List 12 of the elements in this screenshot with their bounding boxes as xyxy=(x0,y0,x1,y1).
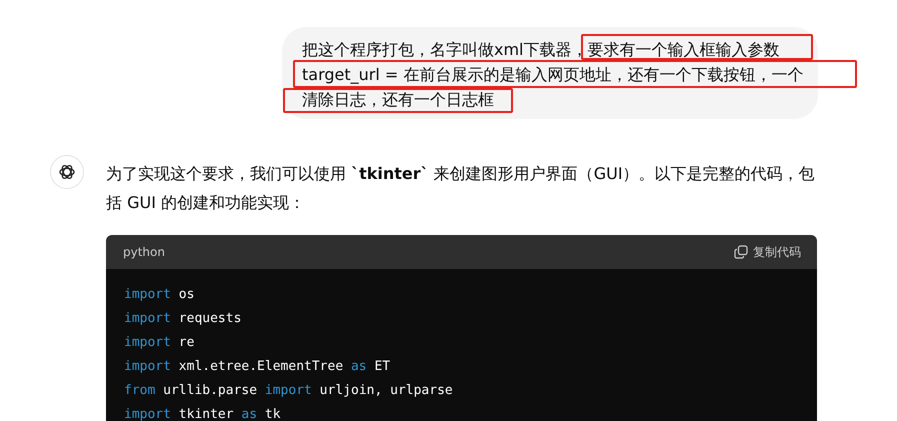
code-line: import tkinter as tk xyxy=(124,406,282,421)
copy-icon xyxy=(734,245,748,259)
assistant-logo-icon xyxy=(50,155,84,189)
language-label: python xyxy=(123,245,165,259)
user-message: 把这个程序打包，名字叫做xml下载器，要求有一个输入框输入参数 target_url = 在前台展示的是输入网页地址，还有一个下载按钮，一个 清除日志，还有一个日志框 xyxy=(282,27,818,119)
copy-code-button[interactable]: 复制代码 xyxy=(734,244,801,260)
code-line: import requests xyxy=(124,310,242,328)
code-line: import os xyxy=(124,286,196,304)
assistant-message: 为了实现这个要求，我们可以使用 `tkinter` 来创建图形用户界面（GUI）。以下是完整的代码，包 括 GUI 的创建和功能实现： xyxy=(106,163,816,214)
code-line: import re xyxy=(124,334,196,352)
code-line: from urllib.parse import urljoin, urlparse xyxy=(124,382,454,400)
code-line: import xml.etree.ElementTree as ET xyxy=(124,358,392,376)
